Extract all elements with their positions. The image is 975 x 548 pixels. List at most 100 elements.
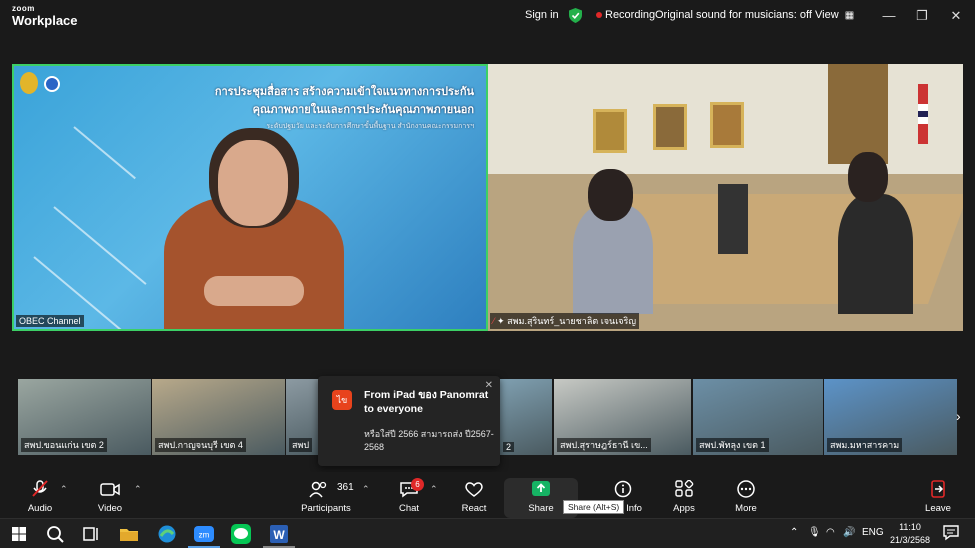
tray-chevron-up-icon[interactable]: ⌃ — [790, 527, 798, 538]
windows-taskbar: zm W ⌃ 🎙 ◠ 🔊 ENG 11:10 21/3/2568 — [0, 518, 975, 548]
line-app-icon[interactable] — [230, 523, 252, 545]
chevron-up-icon[interactable]: ⌃ — [430, 484, 438, 495]
obec-emblem-icon — [20, 72, 38, 94]
share-tooltip: Share (Alt+S) — [563, 500, 625, 514]
clock-time: 11:10 — [899, 522, 921, 532]
file-explorer-icon[interactable] — [118, 523, 140, 545]
more-icon — [737, 480, 755, 498]
participant-count: 361 — [337, 482, 354, 493]
chevron-up-icon[interactable]: ⌃ — [362, 484, 370, 495]
close-icon[interactable]: ✕ — [947, 7, 965, 25]
audio-button[interactable]: Audio — [20, 472, 60, 518]
video-button[interactable]: Video — [90, 472, 130, 518]
more-button[interactable]: More — [728, 472, 764, 518]
svg-text:zm: zm — [199, 531, 210, 540]
leave-button[interactable]: Leave — [920, 472, 956, 518]
recording-status[interactable]: Recording — [605, 9, 655, 21]
flag — [918, 84, 928, 144]
gallery-thumb[interactable]: สพม.มหาสารคาม — [824, 379, 957, 455]
sender-avatar: ไข — [332, 390, 352, 410]
clock-date: 21/3/2568 — [889, 535, 931, 545]
more-label: More — [735, 503, 757, 514]
camera-icon — [100, 483, 120, 496]
share-button[interactable]: Share — [520, 472, 562, 518]
portrait-frame — [593, 109, 627, 153]
sign-in-button[interactable]: Sign in — [525, 9, 559, 21]
leave-icon — [931, 480, 945, 498]
gallery-thumb[interactable]: สพป.พัทลุง เขต 1 — [693, 379, 823, 455]
banner-subtitle: ระดับปฐมวัย และระดับการศึกษาขั้นพื้นฐาน … — [266, 123, 474, 130]
close-icon[interactable]: ✕ — [485, 380, 493, 391]
restore-icon[interactable]: ❐ — [913, 7, 931, 25]
leave-label: Leave — [925, 503, 951, 514]
share-screen-icon — [532, 481, 550, 496]
participants-icon — [309, 481, 327, 498]
recording-dot-icon — [596, 12, 602, 18]
info-icon — [614, 480, 632, 498]
original-sound-toggle[interactable]: Original sound for musicians: off — [655, 9, 812, 21]
logo-line1: zoom — [12, 4, 35, 13]
system-clock[interactable]: 11:10 21/3/2568 — [884, 521, 936, 547]
participant-name-surin: ⁄ ✦ สพม.สุรินทร์_นายชาลิต เจนเจริญ — [490, 313, 640, 329]
chevron-up-icon[interactable]: ⌃ — [60, 484, 68, 495]
gallery-thumb[interactable]: 2 — [500, 379, 552, 455]
pin-icon: ✦ — [497, 316, 505, 326]
share-label: Share — [528, 503, 554, 514]
video-tile-surin[interactable]: ⁄ ✦ สพม.สุรินทร์_นายชาลิต เจนเจริญ — [488, 64, 963, 331]
input-language[interactable]: ENG — [862, 527, 884, 538]
security-shield-icon[interactable] — [569, 8, 582, 23]
video-tile-obec[interactable]: การประชุมสื่อสาร สร้างความเข้าใจแนวทางกา… — [12, 64, 488, 331]
volume-icon[interactable]: 🔊 — [843, 527, 855, 538]
gallery-thumb[interactable]: สพป.กาญจนบุรี เขต 4 — [152, 379, 285, 455]
apps-button[interactable]: Apps — [666, 472, 702, 518]
audio-label: Audio — [27, 503, 53, 514]
participant-woman-right — [838, 194, 913, 314]
participants-button[interactable]: Participants — [298, 472, 354, 518]
participant-hair — [848, 152, 888, 202]
mic-muted-icon — [32, 480, 48, 497]
video-label: Video — [97, 503, 123, 514]
edge-browser-icon[interactable] — [156, 523, 178, 545]
notification-message: หรือใส่ปี 2566 สามารถส่ง ปี2567-2568 — [364, 429, 494, 452]
thumb-label: สพป.สุราษฎร์ธานี เข... — [557, 438, 651, 452]
tray-mic-icon[interactable]: 🎙 — [808, 527, 821, 538]
banner-title-line1: การประชุมสื่อสาร สร้างความเข้าใจแนวทางกา… — [214, 86, 474, 98]
chevron-up-icon[interactable]: ⌃ — [134, 484, 142, 495]
react-label: React — [461, 503, 487, 514]
word-app-icon[interactable]: W — [268, 523, 290, 545]
portrait-frame — [710, 102, 744, 148]
search-icon[interactable] — [44, 523, 66, 545]
portrait-frame — [653, 104, 687, 150]
zoom-app-icon[interactable]: zm — [193, 523, 215, 545]
monitor — [718, 184, 748, 254]
task-view-icon[interactable] — [80, 523, 102, 545]
minimize-icon[interactable]: — — [880, 7, 898, 25]
thumb-label: สพป — [289, 438, 313, 452]
participant-name-obec: OBEC Channel — [16, 315, 84, 327]
notification-center-icon[interactable] — [942, 524, 960, 542]
view-button[interactable]: View ▦ — [815, 9, 854, 21]
chat-label: Chat — [398, 503, 420, 514]
shrine-cabinet — [828, 64, 888, 164]
meeting-toolbar: Audio ⌃ Video ⌃ Participants 361 ⌃ Chat … — [0, 472, 975, 518]
thumb-label: 2 — [503, 442, 515, 452]
svg-text:W: W — [273, 528, 285, 542]
participant-hair — [588, 169, 633, 221]
thumb-label: สพป.พัทลุง เขต 1 — [696, 438, 769, 452]
react-button[interactable]: React — [456, 472, 492, 518]
notification-title: From iPad ของ Panomrat to everyone — [364, 389, 489, 415]
gallery-thumb[interactable]: สพป.สุราษฎร์ธานี เข... — [554, 379, 691, 455]
chat-notification[interactable]: ไข From iPad ของ Panomrat to everyone หร… — [318, 376, 500, 466]
windows-start-icon[interactable] — [8, 523, 30, 545]
org-emblem-icon — [44, 76, 60, 92]
muted-mic-icon: ⁄ — [493, 316, 495, 326]
apps-icon — [675, 480, 694, 497]
chevron-right-icon[interactable]: › — [956, 408, 961, 424]
heart-icon — [465, 482, 483, 497]
thumb-label: สพม.มหาสารคาม — [827, 438, 903, 452]
apps-label: Apps — [673, 503, 695, 514]
wifi-icon[interactable]: ◠ — [826, 527, 835, 538]
presenter-face — [218, 140, 288, 226]
chat-unread-badge: 6 — [411, 478, 424, 491]
gallery-thumb[interactable]: สพป.ขอนแก่น เขต 2 — [18, 379, 151, 455]
